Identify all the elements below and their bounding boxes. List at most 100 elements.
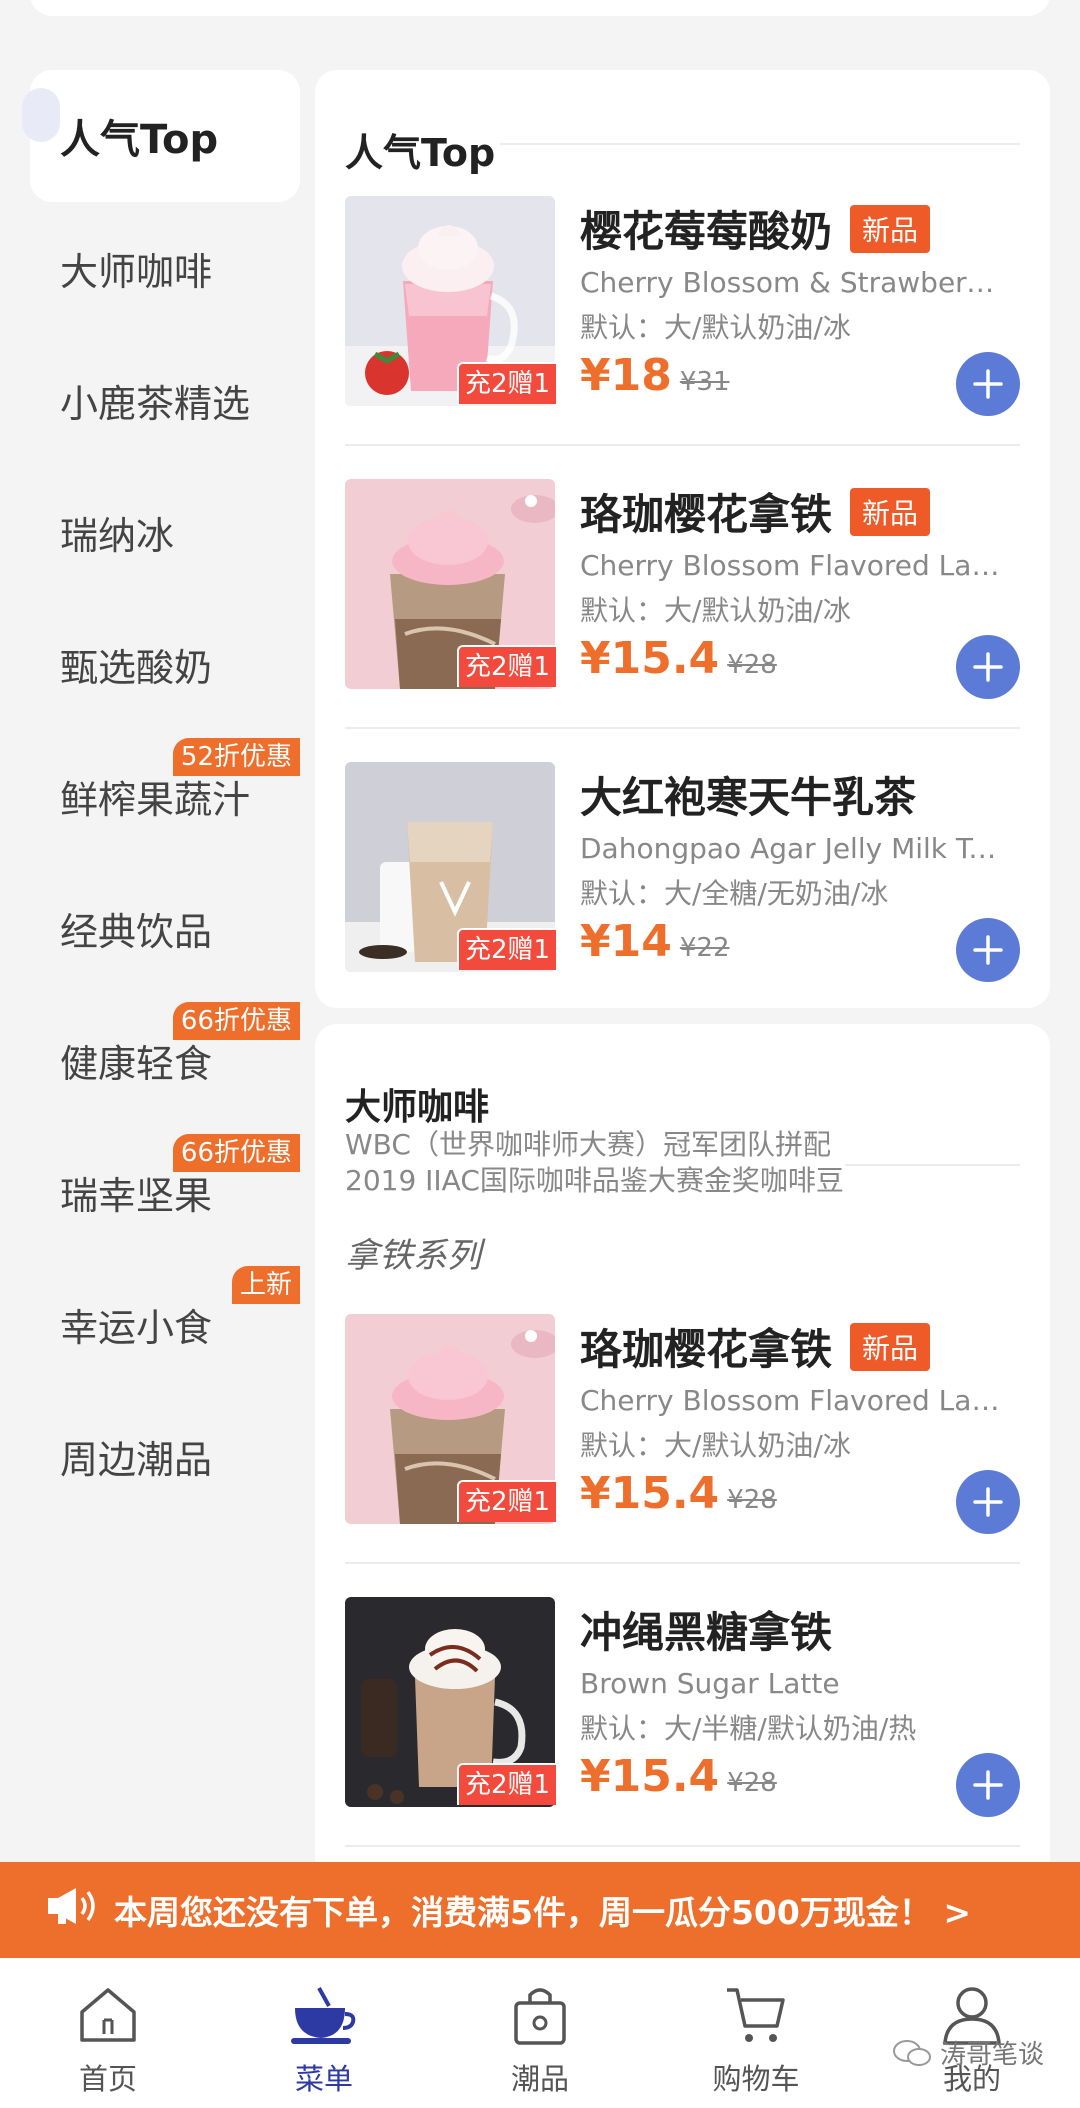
divider <box>345 444 1020 446</box>
promo-label: 充2赠1 <box>457 1480 557 1522</box>
watermark: 涛哥笔谈 <box>892 2034 1044 2071</box>
add-to-cart-button[interactable] <box>956 1470 1020 1534</box>
product-price: ¥15.4 ¥28 <box>580 633 777 684</box>
product-card[interactable]: 充2赠1 珞珈樱花拿铁 新品 Cherry Blossom Flavored La… <box>345 479 1020 761</box>
product-spec: 默认：大/默认奶油/冰 <box>580 1429 851 1462</box>
divider <box>345 1845 1020 1847</box>
plus-icon <box>973 935 1003 965</box>
product-name: 大红袍寒天牛乳茶 <box>580 773 917 822</box>
product-english-name: Brown Sugar Latte <box>580 1667 840 1700</box>
sidebar-item-nuts[interactable]: 66折优惠 瑞幸坚果 <box>30 1126 300 1258</box>
plus-icon <box>973 369 1003 399</box>
nav-merch[interactable]: 潮品 <box>432 1958 648 2108</box>
section-title: 大师咖啡 <box>345 1087 490 1128</box>
new-badge: 上新 <box>231 1266 300 1304</box>
add-to-cart-button[interactable] <box>956 918 1020 982</box>
product-name: 樱花莓莓酸奶 新品 <box>580 198 931 259</box>
sidebar-item-label: 大师咖啡 <box>60 249 213 294</box>
master-coffee-section: 大师咖啡 WBC（世界咖啡师大赛）冠军团队拼配 2019 IIAC国际咖啡品鉴大… <box>315 1024 1050 1924</box>
sidebar-item-master-coffee[interactable]: 大师咖啡 <box>30 202 300 334</box>
popular-section: 人气Top 充2赠1 樱花莓莓酸奶 新品 Cherry Blossom & Str… <box>315 70 1050 1008</box>
product-spec: 默认：大/半糖/默认奶油/热 <box>580 1712 917 1745</box>
product-english-name: Cherry Blossom & Strawberry ... <box>580 266 1000 299</box>
add-to-cart-button[interactable] <box>956 352 1020 416</box>
sidebar-item-label: 小鹿茶精选 <box>60 381 251 426</box>
sidebar-item-merch[interactable]: 周边潮品 <box>30 1390 300 1522</box>
divider <box>345 727 1020 729</box>
megaphone-icon <box>44 1884 100 1936</box>
sidebar-item-label: 鲜榨果蔬汁 <box>60 777 251 822</box>
section-description: WBC（世界咖啡师大赛）冠军团队拼配 <box>345 1128 831 1161</box>
product-card[interactable]: 充2赠1 冲绳黑糖拿铁 Brown Sugar Latte 默认：大/半糖/默认… <box>345 1597 1020 1879</box>
product-name: 珞珈樱花拿铁 新品 <box>580 481 931 542</box>
nav-cart[interactable]: 购物车 <box>648 1958 864 2108</box>
sidebar-item-tea[interactable]: 小鹿茶精选 <box>30 334 300 466</box>
cart-icon <box>721 1980 791 2050</box>
sidebar-item-label: 健康轻食 <box>60 1041 213 1086</box>
shopping-bag-icon <box>505 1980 575 2050</box>
product-card[interactable]: 充2赠1 大红袍寒天牛乳茶 Dahongpao Agar Jelly Milk … <box>345 762 1020 1008</box>
sidebar-item-frappe[interactable]: 瑞纳冰 <box>30 466 300 598</box>
product-english-name: Dahongpao Agar Jelly Milk Tea <box>580 832 1000 865</box>
section-divider <box>845 1164 1020 1166</box>
original-price: ¥28 <box>727 1485 777 1515</box>
wechat-icon <box>892 2039 931 2066</box>
sidebar-item-label: 幸运小食 <box>60 1305 213 1350</box>
add-to-cart-button[interactable] <box>956 1753 1020 1817</box>
active-indicator <box>22 88 60 142</box>
plus-icon <box>973 1487 1003 1517</box>
bottom-nav: 首页 菜单 潮品 购物车 我的 <box>0 1958 1080 2108</box>
series-title: 拿铁系列 <box>345 1236 481 1276</box>
promo-label: 充2赠1 <box>457 928 557 970</box>
promo-label: 充2赠1 <box>457 1763 557 1805</box>
banner-text: 本周您还没有下单，消费满5件，周一瓜分500万现金！ > <box>114 1893 971 1932</box>
discount-badge: 66折优惠 <box>172 1002 300 1040</box>
sidebar-item-label: 甄选酸奶 <box>60 645 213 690</box>
sidebar-item-snacks[interactable]: 上新 幸运小食 <box>30 1258 300 1390</box>
product-spec: 默认：大/默认奶油/冰 <box>580 594 851 627</box>
section-divider <box>500 143 1020 145</box>
nav-label: 潮品 <box>510 2062 569 2096</box>
sidebar-item-popular[interactable]: 人气Top <box>22 70 300 202</box>
new-tag: 新品 <box>850 488 931 536</box>
sidebar-item-label: 人气Top <box>60 117 219 163</box>
product-price: ¥15.4 ¥28 <box>580 1468 777 1519</box>
section-description: 2019 IIAC国际咖啡品鉴大赛金奖咖啡豆 <box>345 1164 844 1197</box>
promo-label: 充2赠1 <box>457 645 557 687</box>
product-card[interactable]: 充2赠1 樱花莓莓酸奶 新品 Cherry Blossom & Strawberr… <box>345 196 1020 478</box>
nav-home[interactable]: 首页 <box>0 1958 216 2108</box>
product-english-name: Cherry Blossom Flavored Latte <box>580 1384 1000 1417</box>
product-name: 冲绳黑糖拿铁 <box>580 1608 833 1657</box>
product-price: ¥14 ¥22 <box>580 916 730 967</box>
original-price: ¥22 <box>679 933 730 963</box>
product-name: 珞珈樱花拿铁 新品 <box>580 1316 931 1377</box>
new-tag: 新品 <box>850 1323 931 1371</box>
sidebar-item-label: 周边潮品 <box>60 1437 213 1482</box>
sidebar-item-label: 瑞幸坚果 <box>60 1173 213 1218</box>
add-to-cart-button[interactable] <box>956 635 1020 699</box>
nav-profile[interactable]: 我的 <box>864 1958 1080 2108</box>
sidebar-item-label: 瑞纳冰 <box>60 513 175 558</box>
sidebar-item-food[interactable]: 66折优惠 健康轻食 <box>30 994 300 1126</box>
nav-menu[interactable]: 菜单 <box>216 1958 432 2108</box>
product-price: ¥18 ¥31 <box>580 350 730 401</box>
original-price: ¥28 <box>727 1768 777 1798</box>
category-sidebar: 人气Top 大师咖啡 小鹿茶精选 瑞纳冰 甄选酸奶 52折优惠 鲜榨果蔬汁 经典… <box>22 70 300 1522</box>
nav-label: 菜单 <box>294 2062 353 2096</box>
promo-banner[interactable]: 本周您还没有下单，消费满5件，周一瓜分500万现金！ > <box>0 1862 1080 1958</box>
original-price: ¥28 <box>727 650 777 680</box>
section-title: 人气Top <box>345 131 496 175</box>
sidebar-item-juice[interactable]: 52折优惠 鲜榨果蔬汁 <box>30 730 300 862</box>
product-card[interactable]: 充2赠1 珞珈樱花拿铁 新品 Cherry Blossom Flavored La… <box>345 1314 1020 1596</box>
discount-badge: 66折优惠 <box>172 1134 300 1172</box>
sidebar-item-yogurt[interactable]: 甄选酸奶 <box>30 598 300 730</box>
product-english-name: Cherry Blossom Flavored Latte <box>580 549 1000 582</box>
divider <box>345 1562 1020 1564</box>
sidebar-item-classic[interactable]: 经典饮品 <box>30 862 300 994</box>
plus-icon <box>973 652 1003 682</box>
product-price: ¥15.4 ¥28 <box>580 1751 777 1802</box>
sidebar-item-label: 经典饮品 <box>60 909 213 954</box>
top-card <box>30 0 1050 16</box>
original-price: ¥31 <box>679 367 730 397</box>
home-icon <box>73 1980 143 2050</box>
